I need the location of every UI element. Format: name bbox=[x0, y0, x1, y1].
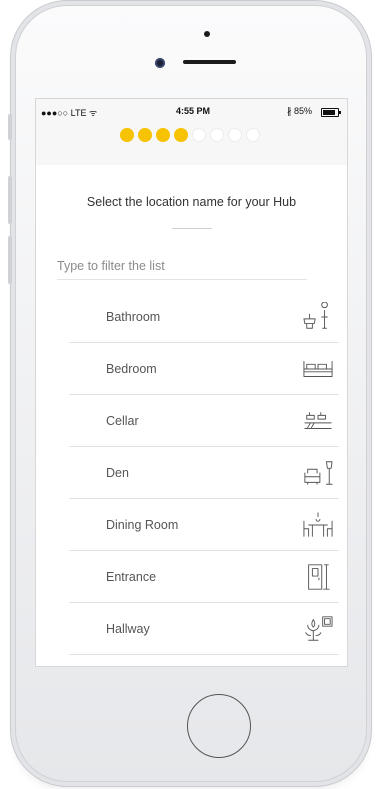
location-list: Bathroom Bedroom Cellar Den Dining Room Entra… bbox=[69, 291, 339, 667]
fridge-stove-icon bbox=[301, 666, 335, 667]
plant-frame-icon bbox=[301, 614, 335, 644]
header-bar: ●●●○○ LTE ᯤ 4:55 PM ∦ 85% bbox=[36, 99, 347, 165]
location-item-hallway[interactable]: Hallway bbox=[69, 603, 339, 655]
volume-down-button bbox=[8, 236, 12, 284]
progress-dots bbox=[120, 128, 260, 142]
location-item-kitchen[interactable]: Kitchen bbox=[69, 655, 339, 667]
dining-table-icon bbox=[301, 510, 335, 540]
armchair-lamp-icon bbox=[301, 458, 335, 488]
mute-switch bbox=[8, 114, 12, 140]
earpiece-speaker bbox=[183, 60, 236, 64]
location-label: Bathroom bbox=[106, 309, 161, 324]
front-camera-icon bbox=[155, 58, 165, 68]
location-item-den[interactable]: Den bbox=[69, 447, 339, 499]
title-divider bbox=[172, 228, 212, 229]
location-item-bathroom[interactable]: Bathroom bbox=[69, 291, 339, 343]
progress-dot-pending bbox=[192, 128, 206, 142]
door-icon bbox=[301, 562, 335, 592]
progress-dot-pending bbox=[210, 128, 224, 142]
location-item-cellar[interactable]: Cellar bbox=[69, 395, 339, 447]
proximity-sensor bbox=[204, 31, 210, 37]
location-item-bedroom[interactable]: Bedroom bbox=[69, 343, 339, 395]
progress-dot-complete bbox=[120, 128, 134, 142]
filter-input[interactable] bbox=[57, 253, 307, 280]
location-label: Dining Room bbox=[106, 517, 179, 532]
carrier-signal: ●●●○○ LTE ᯤ bbox=[41, 108, 98, 118]
location-label: Bedroom bbox=[106, 361, 157, 376]
progress-dot-pending bbox=[246, 128, 260, 142]
location-label: Cellar bbox=[106, 413, 139, 428]
location-label: Hallway bbox=[106, 621, 150, 636]
progress-dot-pending bbox=[228, 128, 242, 142]
status-time: 4:55 PM bbox=[176, 106, 211, 116]
battery-icon bbox=[321, 108, 341, 117]
location-label: Den bbox=[106, 465, 129, 480]
progress-dot-complete bbox=[174, 128, 188, 142]
home-button[interactable] bbox=[187, 694, 251, 758]
location-label: Entrance bbox=[106, 569, 157, 584]
location-item-dining-room[interactable]: Dining Room bbox=[69, 499, 339, 551]
location-item-entrance[interactable]: Entrance bbox=[69, 551, 339, 603]
progress-dot-complete bbox=[138, 128, 152, 142]
cellar-icon bbox=[301, 406, 335, 436]
bathroom-icon bbox=[301, 301, 335, 332]
battery-percent: ∦ 85% bbox=[287, 106, 313, 116]
app-screen: ●●●○○ LTE ᯤ 4:55 PM ∦ 85% Select the loc… bbox=[35, 98, 348, 667]
progress-dot-complete bbox=[156, 128, 170, 142]
page-title: Select the location name for your Hub bbox=[86, 195, 297, 209]
volume-up-button bbox=[8, 176, 12, 224]
bed-icon bbox=[301, 354, 335, 384]
